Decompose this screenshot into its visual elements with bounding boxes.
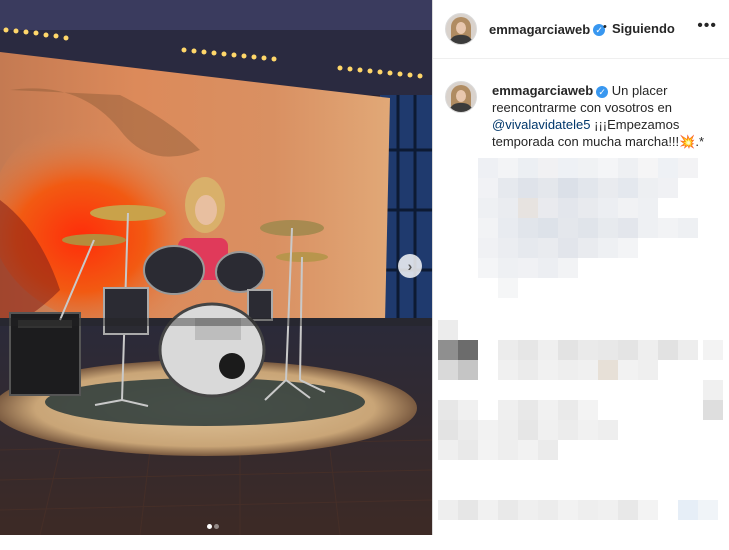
pager-dot-active	[207, 524, 212, 529]
header-username[interactable]: emmagarciaweb	[489, 22, 590, 37]
chevron-right-icon: ›	[407, 258, 413, 274]
caption-username[interactable]: emmagarciaweb	[492, 83, 593, 98]
post-caption: emmagarciaweb ✓ Un placer reencontrarme c…	[492, 82, 717, 150]
post-header: emmagarciaweb ✓ • Siguiendo •••	[433, 0, 729, 59]
following-button[interactable]: Siguiendo	[612, 21, 675, 36]
pager-dot	[214, 524, 219, 529]
header-separator: •	[603, 21, 607, 33]
avatar[interactable]	[445, 13, 477, 45]
post-side-panel: emmagarciaweb ✓ • Siguiendo ••• emmagarci…	[433, 0, 729, 535]
pixelated-area	[438, 158, 723, 520]
carousel-pagination	[206, 516, 220, 534]
explosion-emoji: 💥	[679, 134, 696, 149]
more-options-icon[interactable]: •••	[697, 17, 717, 35]
post-image[interactable]: ›	[0, 0, 432, 535]
caption-avatar[interactable]	[445, 81, 477, 113]
verified-badge-icon: ✓	[596, 85, 609, 98]
caption-trailing: .*	[695, 134, 705, 149]
drum-stage-photo	[0, 0, 432, 535]
caption-mention-link[interactable]: @vivalavidatele5	[492, 117, 590, 132]
carousel-next-button[interactable]: ›	[398, 254, 422, 278]
